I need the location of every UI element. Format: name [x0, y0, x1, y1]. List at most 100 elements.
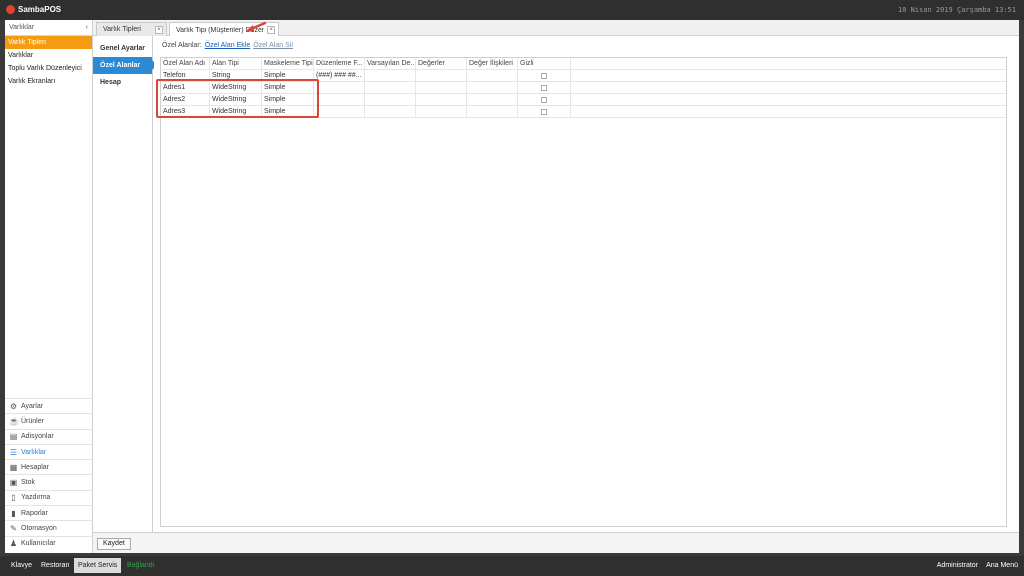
hidden-checkbox[interactable] — [541, 97, 547, 103]
table-cell[interactable] — [365, 82, 416, 94]
tab-varlik-tipleri[interactable]: Varlık Tipleri × — [96, 22, 167, 36]
nav-item[interactable]: ♟ Kullanıcılar — [5, 535, 93, 551]
nav-item-label: Varlıklar — [21, 448, 47, 456]
delivery-button[interactable]: Paket Servis — [74, 558, 122, 573]
column-header[interactable]: Özel Alan Adı — [161, 58, 210, 70]
table-cell[interactable] — [467, 70, 518, 82]
table-cell[interactable] — [365, 70, 416, 82]
save-button[interactable]: Kaydet — [97, 538, 131, 550]
table-cell[interactable] — [416, 70, 467, 82]
highlight-box — [156, 79, 319, 118]
table-cell — [518, 94, 571, 106]
table-cell[interactable] — [365, 106, 416, 118]
nav-item[interactable]: ▦ Hesaplar — [5, 459, 93, 474]
nav-item[interactable]: ⚙ Ayarlar — [5, 398, 93, 413]
nav-item[interactable]: ☕ Ürünler — [5, 413, 93, 428]
left-panel-header: Varlıklar ‹ — [5, 20, 92, 36]
table-cell[interactable] — [314, 82, 365, 94]
nav-item-label: Ürünler — [21, 417, 44, 425]
box-icon: ▣ — [9, 478, 18, 488]
datetime-display: 10 Nisan 2019 Çarşamba 13:51 — [897, 6, 1016, 14]
left-panel-items: Varlık Tipleri Varlıklar Toplu Varlık Düze… — [5, 36, 92, 88]
custom-fields-toolbar: Özel Alanlar: Özel Alan Ekle Özel Alan S… — [162, 42, 293, 49]
left-panel-item[interactable]: Varlık Ekranları — [5, 75, 92, 88]
left-panel: Varlıklar ‹ Varlık Tipleri Varlıklar Toplu… — [5, 20, 93, 553]
nav-item[interactable]: ☰ Varlıklar — [5, 443, 93, 459]
calculator-icon: ▦ — [9, 462, 18, 472]
nav-item-label: Hesaplar — [21, 463, 50, 471]
table-cell[interactable] — [314, 94, 365, 106]
annotation-arrow-icon — [246, 21, 267, 32]
table-cell[interactable] — [365, 94, 416, 106]
table-cell — [518, 70, 571, 82]
title-bar: SambaPOS 10 Nisan 2019 Çarşamba 13:51 — [0, 0, 1024, 20]
left-panel-item[interactable]: Varlıklar — [5, 49, 92, 62]
table-cell[interactable]: (###) ### ##... — [314, 70, 365, 82]
app-name: SambaPOS — [18, 5, 62, 14]
toolbar-label: Özel Alanlar: — [162, 42, 202, 49]
table-cell[interactable] — [467, 106, 518, 118]
column-header[interactable]: Değer İlişkileri — [467, 58, 518, 70]
nav-item-label: Adisyonlar — [21, 433, 54, 441]
nav-item[interactable]: ✎ Otomasyon — [5, 520, 93, 535]
collapse-chevron-icon[interactable]: ‹ — [86, 24, 88, 31]
column-header[interactable]: Değerler — [416, 58, 467, 70]
table-cell[interactable] — [416, 94, 467, 106]
column-header[interactable]: Varsayılan De... — [365, 58, 416, 70]
nav-item-label: Yazdırma — [21, 494, 51, 502]
left-panel-item[interactable]: Varlık Tipleri — [5, 36, 92, 49]
document-tab-bar: Varlık Tipleri × Varlık Tipi (Müşteriler… — [93, 20, 1019, 37]
delete-custom-field-link[interactable]: Özel Alan Sil — [253, 42, 293, 49]
table-cell — [518, 106, 571, 118]
left-panel-title: Varlıklar — [9, 24, 35, 31]
hidden-checkbox[interactable] — [541, 73, 547, 79]
connection-status: Bağlandı — [127, 562, 155, 569]
section-nav-item[interactable]: Genel Ayarlar — [93, 40, 152, 57]
column-header[interactable]: Maskeleme Tipi — [262, 58, 314, 70]
app-logo: SambaPOS — [6, 5, 61, 14]
close-icon[interactable]: × — [267, 26, 275, 34]
table-cell[interactable] — [416, 106, 467, 118]
list-icon: ☰ — [9, 447, 18, 457]
restaurant-button[interactable]: Restoran — [37, 558, 73, 573]
custom-fields-grid: Özel Alan Adı Alan Tipi Maskeleme Tipi Düze… — [160, 57, 1007, 527]
table-cell[interactable] — [467, 82, 518, 94]
receipt-icon: ▤ — [9, 432, 18, 442]
coffee-icon: ☕ — [9, 416, 19, 426]
nav-item-label: Otomasyon — [21, 525, 57, 533]
footer-bar: Kaydet — [93, 532, 1019, 553]
samba-logo-icon — [6, 5, 15, 14]
column-header[interactable]: Gizli — [518, 58, 571, 70]
section-nav-item[interactable]: Özel Alanlar — [93, 57, 157, 74]
table-cell — [518, 82, 571, 94]
nav-item-label: Kullanıcılar — [21, 540, 56, 548]
nav-item[interactable]: ▣ Stok — [5, 474, 93, 489]
keyboard-button[interactable]: Klavye — [7, 558, 36, 573]
table-cell[interactable] — [467, 94, 518, 106]
user-name[interactable]: Administrator — [937, 558, 978, 573]
tab-label: Varlık Tipleri — [103, 26, 141, 33]
user-icon: ♟ — [9, 539, 18, 549]
hidden-checkbox[interactable] — [541, 109, 547, 115]
table-cell[interactable] — [314, 106, 365, 118]
hidden-checkbox[interactable] — [541, 85, 547, 91]
nav-item-label: Raporlar — [21, 509, 48, 517]
status-bar: Klavye Restoran Paket Servis Bağlandı Ad… — [0, 556, 1024, 576]
section-nav-item[interactable]: Hesap — [93, 74, 152, 91]
left-panel-item[interactable]: Toplu Varlık Düzenleyici — [5, 62, 92, 75]
nav-item-label: Ayarlar — [21, 402, 44, 410]
main-menu-button[interactable]: Ana Menü — [986, 558, 1018, 573]
table-cell[interactable] — [416, 82, 467, 94]
column-header[interactable]: Düzenleme F... — [314, 58, 365, 70]
bar-chart-icon: ▮ — [11, 508, 16, 518]
main-nav: ⚙ Ayarlar ☕ Ürünler ▤ Adisyonlar ☰ Varlıklar ▦ He… — [5, 398, 93, 551]
nav-item[interactable]: ▯ Yazdırma — [5, 489, 93, 505]
nav-item[interactable]: ▤ Adisyonlar — [5, 428, 93, 444]
grid-header-row: Özel Alan Adı Alan Tipi Maskeleme Tipi Düze… — [161, 58, 1006, 70]
document-icon: ▯ — [11, 493, 16, 503]
column-header[interactable]: Alan Tipi — [210, 58, 262, 70]
nav-item[interactable]: ▮ Raporlar — [5, 505, 93, 520]
add-custom-field-link[interactable]: Özel Alan Ekle — [205, 42, 251, 49]
close-icon[interactable]: × — [155, 25, 163, 34]
section-nav: Genel Ayarlar Özel Alanlar Hesap — [93, 36, 157, 532]
